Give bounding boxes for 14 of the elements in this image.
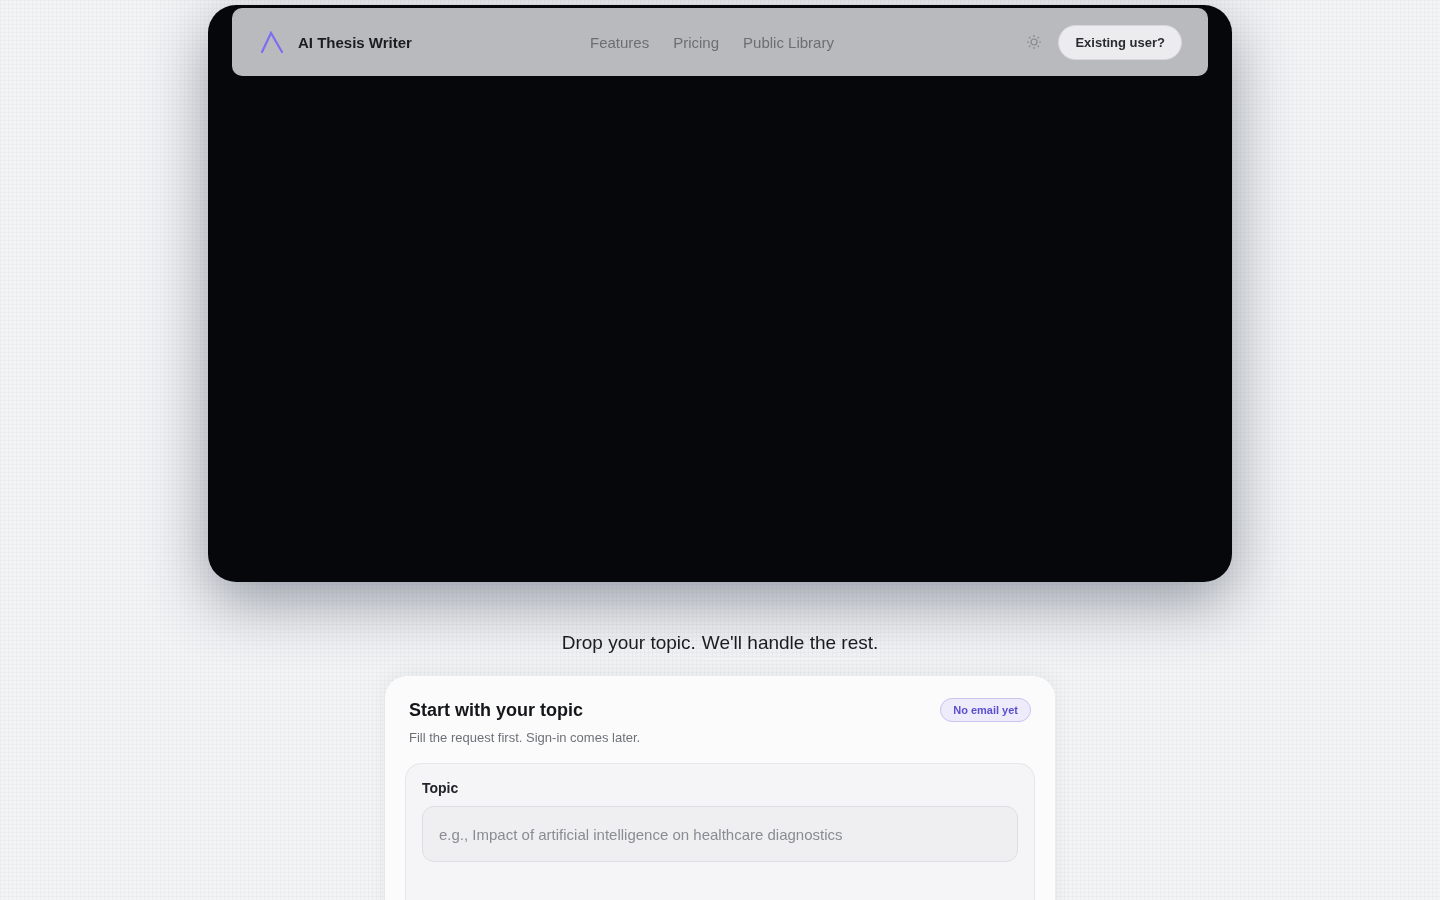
topic-field[interactable]: e.g., Impact of artificial intelligence on healthcare diagnostics xyxy=(422,806,1018,862)
field-label: Topic xyxy=(422,780,460,796)
card-title: Start with your topic xyxy=(409,699,583,721)
tagline: Drop your topic. xyxy=(561,632,696,655)
existing-user-button[interactable]: Existing user? xyxy=(1058,24,1182,60)
brand-name[interactable]: AI Thesis Writer xyxy=(298,33,412,51)
status-badge: No email yet xyxy=(940,698,1031,722)
logo-icon xyxy=(260,31,284,53)
card-subtitle: Fill the request first. Sign-in comes later. xyxy=(409,730,642,745)
nav-link[interactable]: Features xyxy=(590,33,650,51)
nav-link[interactable]: Public Library xyxy=(743,33,834,51)
tagline-highlight: We'll handle the rest. xyxy=(701,632,879,660)
nav-link[interactable]: Pricing xyxy=(673,33,720,51)
sun-icon[interactable] xyxy=(1026,34,1043,50)
